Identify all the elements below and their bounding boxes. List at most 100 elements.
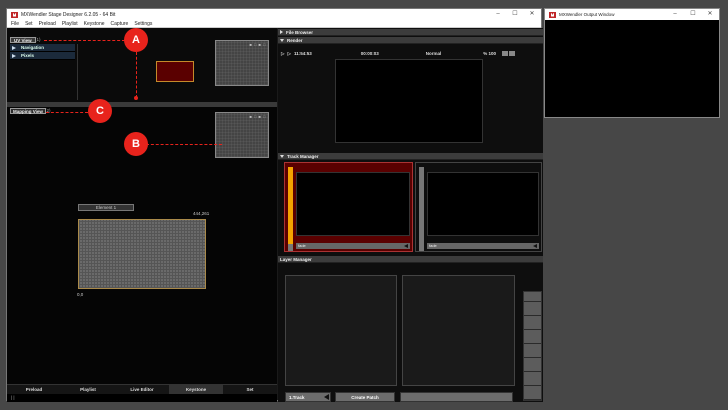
render-toolbar: ▷ ▷ 11:54:53 00:00:03 Normal % 100: [278, 50, 543, 57]
section-label: File Browser: [286, 29, 314, 35]
track-preview[interactable]: [296, 172, 410, 236]
create-patch-button[interactable]: Create Patch: [335, 392, 395, 402]
track-prev-icon[interactable]: [324, 394, 329, 400]
menu-preload[interactable]: Preload: [39, 21, 56, 27]
view-splitter[interactable]: [7, 102, 277, 107]
output-window[interactable]: MXWendler Output Window – ☐ ✕: [544, 8, 720, 118]
render-header[interactable]: Render: [278, 37, 543, 44]
preview-controls[interactable]: ■ □ ■ □: [250, 42, 267, 47]
tab-set[interactable]: Set: [223, 385, 277, 394]
app-logo-icon: [549, 11, 556, 18]
expanded-arrow-icon: [280, 38, 284, 42]
output-window-title: MXWendler Output Window: [559, 12, 615, 17]
annotation-a-endpoint: [134, 96, 138, 100]
output-minimize-button[interactable]: –: [666, 9, 684, 20]
layer-manager-header[interactable]: Layer Manager: [278, 256, 543, 263]
menu-file[interactable]: File: [11, 21, 19, 27]
zoom-level[interactable]: % 100: [483, 51, 496, 56]
layer-panel-right[interactable]: [402, 275, 515, 386]
title-bar[interactable]: MXWendler Stage Designer 6.2.05 - 64 Bit: [7, 9, 541, 20]
main-window: MXWendler Stage Designer 6.2.05 - 64 Bit…: [6, 8, 543, 402]
fade-label: fade: [298, 243, 306, 248]
blend-mode[interactable]: Normal: [426, 51, 442, 56]
uv-view-count: (1): [35, 37, 41, 42]
annotation-b-line: [146, 144, 222, 145]
nav-item-label: Navigation: [21, 45, 45, 50]
preview-controls[interactable]: ■ □ ■ □: [250, 114, 267, 119]
play-icon[interactable]: ▷: [281, 51, 284, 57]
nav-item-pixels[interactable]: Pixels: [10, 52, 75, 60]
annotation-b-badge: B: [124, 132, 148, 156]
app-logo-icon: [11, 11, 18, 18]
expand-arrow-icon: [12, 45, 16, 50]
nav-item-navigation[interactable]: Navigation: [10, 44, 75, 52]
track-button-label: 1.Track: [289, 395, 305, 400]
tab-keystone[interactable]: Keystone: [169, 385, 223, 394]
coord-top-right: 444,261: [193, 211, 210, 216]
section-label: Track Manager: [287, 153, 319, 159]
menu-capture[interactable]: Capture: [111, 21, 129, 27]
section-label: Render: [287, 37, 303, 43]
uv-mini-preview[interactable]: ■ □ ■ □: [215, 40, 269, 86]
menu-keystone[interactable]: Keystone: [84, 21, 105, 27]
output-close-button[interactable]: ✕: [701, 9, 719, 20]
render-clock: 11:54:53: [293, 51, 312, 56]
mapping-mini-preview[interactable]: ■ □ ■ □: [215, 112, 269, 158]
uv-separator: [77, 44, 78, 100]
track-fade-control[interactable]: fade: [427, 243, 539, 249]
fade-label: fade: [429, 243, 437, 248]
annotation-c-badge: C: [88, 99, 112, 123]
status-bar: | |: [7, 394, 277, 402]
mapping-view-tab[interactable]: Mapping View: [10, 108, 46, 114]
annotation-c-line: [46, 112, 88, 113]
expand-arrow-icon: [12, 53, 16, 58]
annotation-a-line: [44, 40, 125, 41]
coord-bottom-left: 0,0: [77, 292, 84, 297]
menu-set[interactable]: Set: [25, 21, 33, 27]
layer-list-strip[interactable]: [523, 291, 542, 401]
view-panel: UV View (1) Navigation Pixels ■ □ ■ □ Ma…: [7, 28, 277, 402]
window-title: MXWendler Stage Designer 6.2.05 - 64 Bit: [21, 11, 116, 18]
fade-arrow-icon[interactable]: [404, 244, 408, 248]
track-fade-control[interactable]: fade: [296, 243, 410, 249]
menu-bar: File Set Preload Playlist Keystone Captu…: [7, 20, 541, 28]
fullscreen-icon[interactable]: [509, 51, 515, 56]
maximize-button[interactable]: ☐: [506, 9, 524, 20]
tab-live-editor[interactable]: Live Editor: [115, 385, 169, 394]
uv-nav-list: Navigation Pixels: [10, 44, 75, 60]
close-button[interactable]: ✕: [523, 9, 541, 20]
track-2[interactable]: fade: [415, 162, 542, 252]
track-preview[interactable]: [427, 172, 539, 236]
annotation-a-badge: A: [124, 28, 148, 52]
uv-element-rect[interactable]: [156, 61, 194, 82]
bottom-tab-bar: Preload Playlist Live Editor Keystone Se…: [7, 384, 277, 394]
menu-settings[interactable]: Settings: [134, 21, 152, 27]
track-1[interactable]: fade: [284, 162, 413, 252]
tab-playlist[interactable]: Playlist: [61, 385, 115, 394]
fade-arrow-icon[interactable]: [533, 244, 537, 248]
output-maximize-button[interactable]: ☐: [684, 9, 702, 20]
uv-view-tab[interactable]: UV View: [10, 37, 36, 43]
fit-icon[interactable]: [502, 51, 508, 56]
section-label: Layer Manager: [280, 256, 312, 262]
element-label[interactable]: Element 1: [78, 204, 134, 211]
track-level-fill: [288, 167, 293, 245]
play-icon[interactable]: ▷: [287, 51, 290, 57]
collapsed-arrow-icon: [280, 30, 283, 34]
nav-item-label: Pixels: [21, 53, 35, 58]
layer-input-field[interactable]: [400, 392, 513, 402]
control-column: File Browser Render ▷ ▷ 11:54:53 00:00:0…: [278, 28, 543, 402]
mapping-element-grid[interactable]: [78, 219, 206, 289]
track-level-track[interactable]: [419, 167, 424, 251]
render-preview[interactable]: [335, 59, 483, 143]
render-time: 00:00:03: [360, 51, 379, 56]
tab-preload[interactable]: Preload: [7, 385, 61, 394]
file-browser-header[interactable]: File Browser: [278, 29, 543, 36]
menu-playlist[interactable]: Playlist: [62, 21, 78, 27]
layer-panel-left[interactable]: [285, 275, 397, 386]
minimize-button[interactable]: –: [489, 9, 507, 20]
annotation-a-vline: [136, 52, 137, 98]
track-select-button[interactable]: 1.Track: [285, 392, 331, 402]
expanded-arrow-icon: [280, 154, 284, 158]
track-manager-header[interactable]: Track Manager: [278, 153, 543, 160]
